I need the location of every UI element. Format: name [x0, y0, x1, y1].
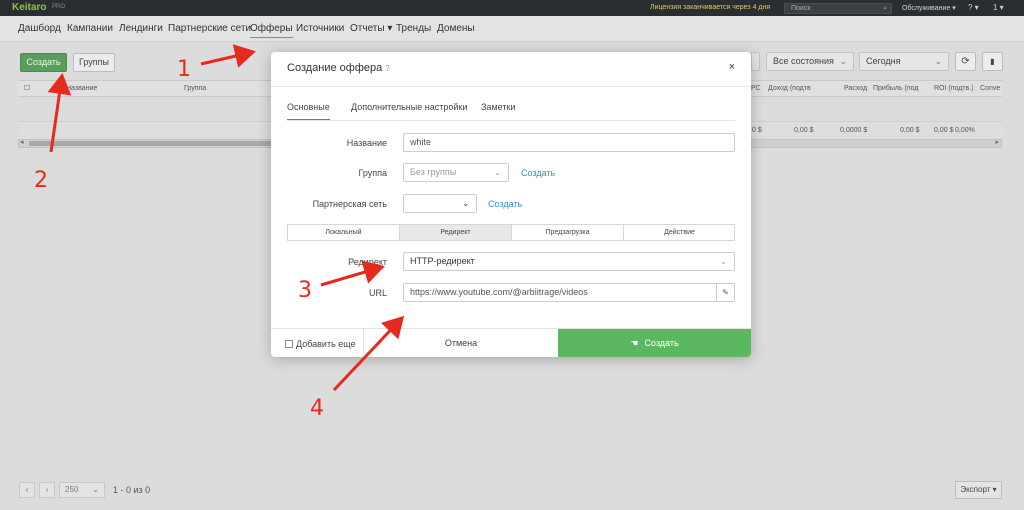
- annotation-number-4: 4: [310, 396, 324, 421]
- arrow-2: [47, 73, 72, 153]
- arrow-4: [332, 315, 405, 392]
- annotation-number-1: 1: [177, 57, 191, 82]
- annotation-arrows: [47, 44, 405, 392]
- arrow-3: [320, 260, 385, 287]
- arrow-1: [200, 44, 256, 68]
- annotation-number-3: 3: [298, 278, 312, 303]
- annotation-number-2: 2: [34, 168, 48, 193]
